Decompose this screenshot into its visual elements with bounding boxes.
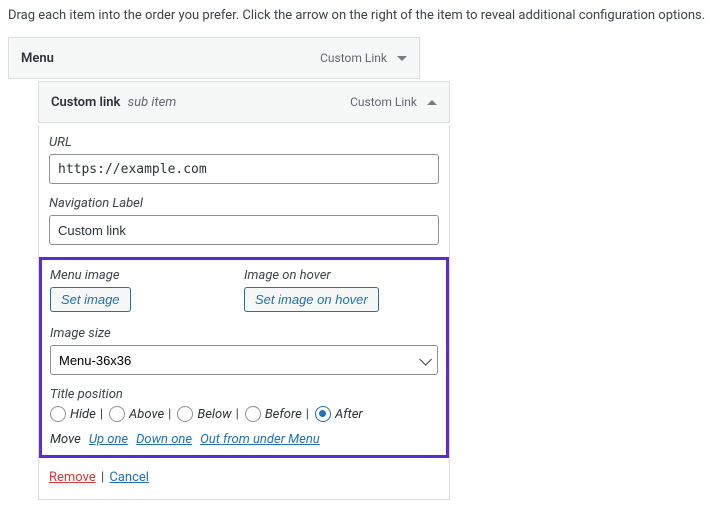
chevron-down-icon[interactable] (397, 56, 407, 61)
menu-item-custom-link[interactable]: Custom link sub item Custom Link (38, 81, 450, 123)
radio-hide-label: Hide (70, 407, 96, 422)
hover-image-label: Image on hover (244, 268, 438, 283)
radio-after[interactable] (315, 406, 331, 422)
move-row: Move Up one Down one Out from under Menu (50, 432, 438, 447)
radio-above-label: Above (129, 407, 164, 422)
radio-below-label: Below (197, 407, 231, 422)
remove-link[interactable]: Remove (49, 470, 96, 485)
radio-above[interactable] (109, 406, 125, 422)
menu-item-type: Custom Link (320, 51, 387, 65)
set-image-button[interactable]: Set image (50, 287, 131, 312)
radio-before[interactable] (245, 406, 261, 422)
menu-image-label: Menu image (50, 268, 244, 283)
item-actions: Remove | Cancel (49, 470, 439, 485)
radio-after-label: After (335, 407, 363, 422)
url-label: URL (49, 135, 439, 150)
url-input[interactable] (49, 154, 439, 184)
separator: | (236, 407, 239, 422)
chevron-up-icon[interactable] (427, 100, 437, 105)
radio-hide[interactable] (50, 406, 66, 422)
title-position-label: Title position (50, 387, 438, 402)
title-position-radios: Hide | Above | Below | Before | After (50, 406, 438, 422)
move-out-link[interactable]: Out from under Menu (200, 432, 320, 447)
move-label: Move (50, 432, 81, 447)
menu-item-title: Menu (21, 51, 54, 66)
menu-image-settings: Menu image Set image Image on hover Set … (39, 257, 449, 458)
image-size-select[interactable]: Menu-36x36 (50, 345, 438, 375)
intro-text: Drag each item into the order you prefer… (8, 8, 706, 23)
nav-label-input[interactable] (49, 215, 439, 245)
image-size-label: Image size (50, 326, 438, 341)
set-hover-image-button[interactable]: Set image on hover (244, 287, 379, 312)
radio-below[interactable] (177, 406, 193, 422)
separator: | (306, 407, 309, 422)
menu-item-subtag: sub item (128, 95, 177, 110)
radio-before-label: Before (265, 407, 302, 422)
move-up-link[interactable]: Up one (89, 432, 128, 447)
cancel-link[interactable]: Cancel (109, 470, 149, 485)
menu-item-settings-panel: URL Navigation Label Menu image Set imag… (38, 125, 450, 500)
menu-item-menu[interactable]: Menu Custom Link (8, 37, 420, 79)
menu-item-title: Custom link (51, 95, 120, 110)
separator: | (100, 407, 103, 422)
separator: | (168, 407, 171, 422)
menu-item-type: Custom Link (350, 95, 417, 109)
move-down-link[interactable]: Down one (136, 432, 192, 447)
nav-label: Navigation Label (49, 196, 439, 211)
separator: | (101, 470, 104, 485)
